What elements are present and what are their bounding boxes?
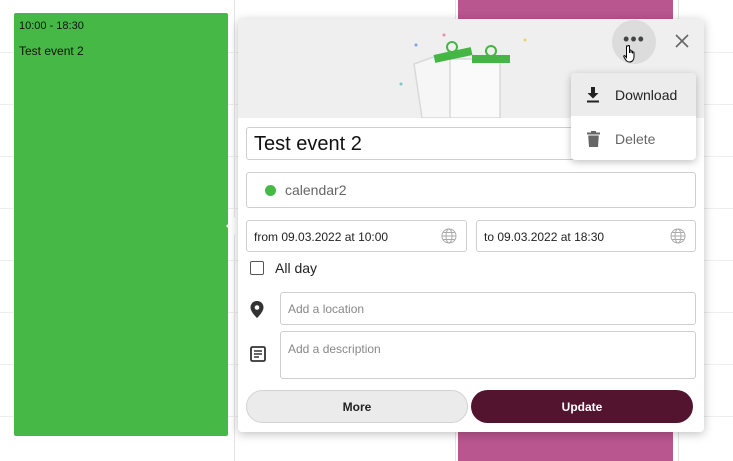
trash-icon: [586, 130, 600, 147]
more-options-menu: Download Delete: [571, 73, 696, 160]
notes-icon: [250, 346, 266, 362]
menu-item-delete[interactable]: Delete: [571, 117, 696, 160]
clipboard-illustration: [399, 33, 527, 118]
event-title: Test event 2: [19, 44, 84, 58]
description-placeholder: Add a description: [288, 342, 381, 356]
download-icon: [587, 86, 599, 102]
start-date-field[interactable]: from 09.03.2022 at 10:00: [246, 220, 467, 252]
menu-item-label: Delete: [615, 130, 656, 147]
location-input[interactable]: Add a location: [280, 292, 696, 325]
close-icon: [675, 34, 689, 48]
update-button[interactable]: Update: [471, 390, 693, 423]
hand-cursor-icon: [623, 45, 635, 63]
globe-icon[interactable]: [670, 228, 686, 244]
location-placeholder: Add a location: [288, 302, 365, 316]
end-date-text: to 09.03.2022 at 18:30: [484, 230, 605, 244]
description-input[interactable]: Add a description: [280, 331, 696, 379]
menu-item-download[interactable]: Download: [571, 73, 696, 116]
all-day-label: All day: [275, 260, 318, 276]
calendar-select[interactable]: calendar2: [246, 172, 696, 208]
location-pin-icon: [250, 301, 264, 318]
event-title-input[interactable]: Test event 2: [246, 127, 596, 160]
event-time: 10:00 - 18:30: [19, 20, 84, 32]
globe-icon[interactable]: [441, 228, 457, 244]
more-button[interactable]: More: [246, 390, 468, 423]
calendar-event-test-event-2[interactable]: 10:00 - 18:30 Test event 2: [14, 13, 228, 436]
more-horizontal-icon: •••: [623, 29, 645, 49]
all-day-checkbox[interactable]: [250, 261, 264, 275]
start-date-text: from 09.03.2022 at 10:00: [254, 230, 389, 244]
end-date-field[interactable]: to 09.03.2022 at 18:30: [476, 220, 696, 252]
menu-item-label: Download: [615, 86, 678, 103]
calendar-color-dot: [265, 185, 276, 196]
calendar-name: calendar2: [285, 182, 347, 198]
popover-pointer: [226, 214, 238, 238]
close-popover-button[interactable]: [670, 29, 694, 53]
